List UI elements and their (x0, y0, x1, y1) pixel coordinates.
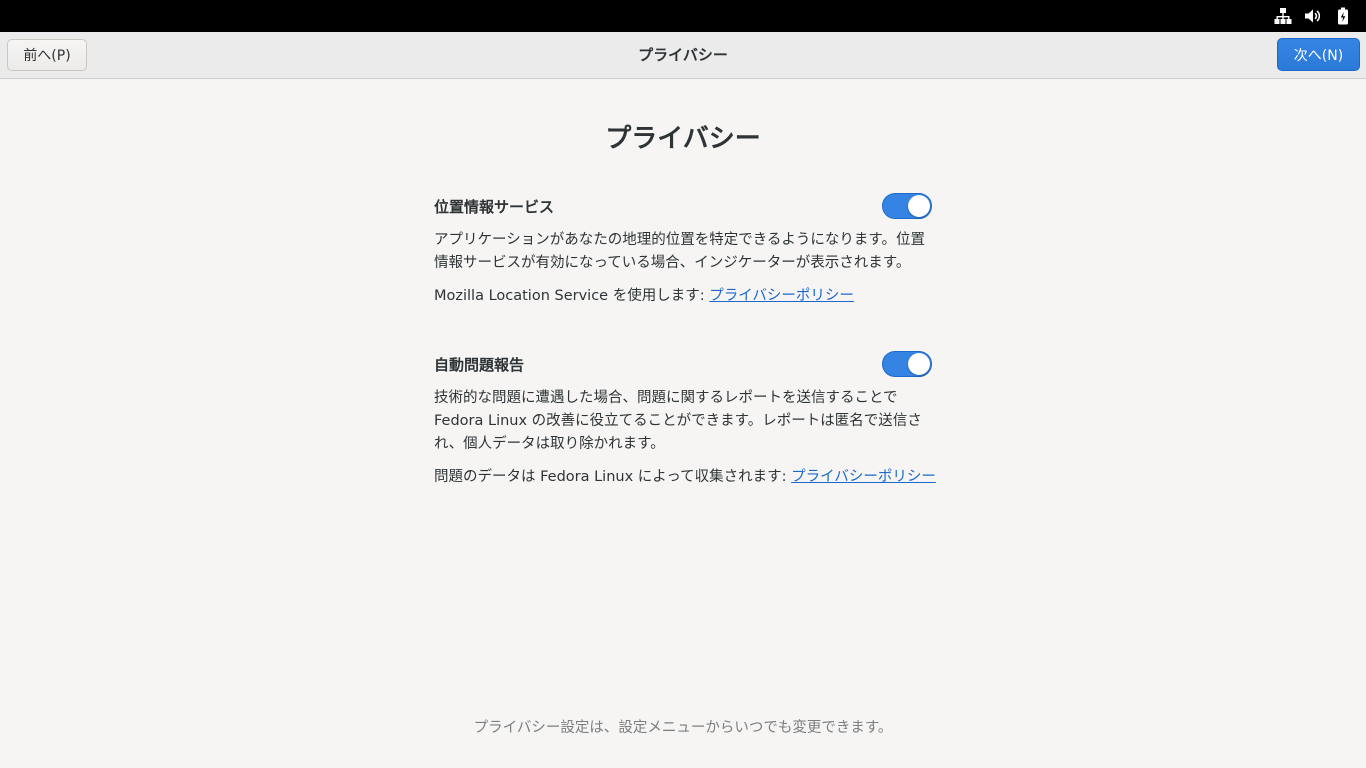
location-services-title: 位置情報サービス (434, 198, 555, 216)
header-title: プライバシー (638, 46, 728, 64)
switch-knob (908, 195, 930, 217)
switch-knob (908, 353, 930, 375)
next-button[interactable]: 次へ(N) (1277, 38, 1360, 71)
footer-note: プライバシー設定は、設定メニューからいつでも変更できます。 (473, 720, 893, 736)
reporting-credit-text: 問題のデータは Fedora Linux によって収集されます: (434, 469, 792, 485)
location-credit-text: Mozilla Location Service を使用します: (434, 288, 710, 304)
location-services-credit: Mozilla Location Service を使用します: プライバシーポ… (434, 285, 932, 308)
header-bar: 前へ(P) プライバシー 次へ(N) (0, 32, 1366, 79)
problem-reporting-switch[interactable] (882, 351, 932, 377)
reporting-privacy-policy-link[interactable]: プライバシーポリシー (791, 469, 936, 485)
previous-button[interactable]: 前へ(P) (7, 39, 87, 71)
volume-icon[interactable] (1304, 7, 1322, 25)
system-tray[interactable] (1274, 0, 1352, 32)
battery-icon[interactable] (1334, 7, 1352, 25)
problem-reporting-description: 技術的な問題に遭遇した場合、問題に関するレポートを送信することでFedora L… (434, 390, 922, 452)
problem-reporting-credit: 問題のデータは Fedora Linux によって収集されます: プライバシーポ… (434, 466, 936, 489)
problem-reporting-title: 自動問題報告 (434, 356, 525, 374)
location-services-switch[interactable] (882, 193, 932, 219)
location-privacy-policy-link[interactable]: プライバシーポリシー (709, 288, 854, 304)
location-services-section: 位置情報サービス アプリケーションがあなたの地理的位置を特定できるようになります… (434, 193, 932, 308)
top-bar (0, 0, 1366, 32)
problem-reporting-section: 自動問題報告 技術的な問題に遭遇した場合、問題に関するレポートを送信することでF… (434, 351, 936, 489)
network-wired-icon[interactable] (1274, 7, 1292, 25)
location-services-description: アプリケーションがあなたの地理的位置を特定できるようになります。位置情報サービス… (434, 232, 925, 271)
page-title: プライバシー (605, 124, 761, 154)
